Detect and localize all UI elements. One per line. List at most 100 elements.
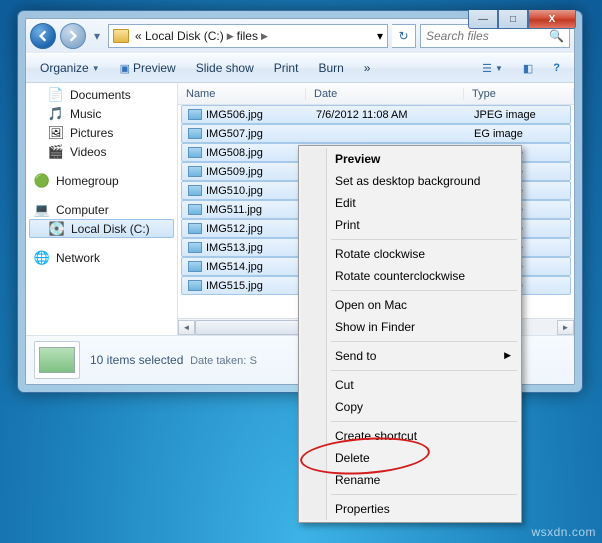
network-group: 🌐Network [26,248,177,267]
menu-item-rotate-counterclockwise[interactable]: Rotate counterclockwise [301,265,519,287]
file-type: EG image [468,128,570,140]
menu-separator [331,290,517,291]
folder-icon [113,29,129,43]
back-button[interactable] [30,23,56,49]
view-icon: ☰ [482,62,492,75]
menu-item-create-shortcut[interactable]: Create shortcut [301,425,519,447]
file-name: IMG514.jpg [206,261,263,273]
menu-item-copy[interactable]: Copy [301,396,519,418]
maximize-button[interactable]: □ [498,10,528,29]
file-name: IMG511.jpg [206,204,262,216]
menu-separator [331,239,517,240]
image-file-icon [188,223,202,234]
sidebar-item-videos[interactable]: 🎬Videos [26,142,177,161]
print-button[interactable]: Print [266,58,307,78]
menu-item-rename[interactable]: Rename [301,469,519,491]
col-type[interactable]: Type [464,88,574,100]
file-name: IMG507.jpg [206,128,263,140]
minimize-button[interactable]: — [468,10,498,29]
refresh-button[interactable]: ↻ [392,24,416,48]
more-commands[interactable]: » [356,58,379,78]
chevron-down-icon[interactable]: ▾ [377,29,383,43]
refresh-icon: ↻ [398,29,408,43]
sidebar-item-pictures[interactable]: 🖼Pictures [26,123,177,142]
col-name[interactable]: Name [178,88,306,100]
image-file-icon [188,280,202,291]
file-name: IMG508.jpg [206,147,263,159]
pictures-icon: 🖼 [48,125,64,141]
file-name: IMG506.jpg [206,109,263,121]
watermark: wsxdn.com [531,525,596,539]
menu-separator [331,341,517,342]
file-type: JPEG image [468,109,570,121]
nav-history-dropdown[interactable]: ▾ [90,29,104,43]
music-icon: 🎵 [48,106,64,122]
pane-icon: ◧ [523,62,533,75]
homegroup-icon: 🟢 [34,173,50,189]
menu-item-cut[interactable]: Cut [301,374,519,396]
forward-button[interactable] [60,23,86,49]
image-file-icon [188,147,202,158]
preview-icon: ▣ [120,62,130,75]
image-file-icon [188,242,202,253]
submenu-arrow-icon: ▶ [504,350,511,361]
menu-item-open-on-mac[interactable]: Open on Mac [301,294,519,316]
scroll-right-button[interactable]: ► [557,320,574,335]
documents-icon: 📄 [48,87,64,103]
column-headers: Name Date Type [178,83,574,105]
chevron-right-icon: ▶ [227,31,234,42]
file-name: IMG510.jpg [206,185,263,197]
selection-count: 10 items selected Date taken: S [90,353,257,367]
chevron-right-icon: ▶ [261,31,268,42]
details-text: 10 items selected Date taken: S [90,353,257,367]
preview-pane-toggle[interactable]: ◧ [515,59,541,78]
menu-item-properties[interactable]: Properties [301,498,519,520]
image-file-icon [188,166,202,177]
address-bar[interactable]: « Local Disk (C:) ▶ files ▶ ▾ [108,24,388,48]
menu-item-print[interactable]: Print [301,214,519,236]
menu-separator [331,370,517,371]
organize-menu[interactable]: Organize ▼ [32,58,108,78]
search-icon: 🔍 [549,29,564,43]
image-file-icon [188,204,202,215]
slideshow-button[interactable]: Slide show [188,58,262,78]
help-button[interactable]: ? [545,59,568,77]
col-date[interactable]: Date [306,88,464,100]
videos-icon: 🎬 [48,144,64,160]
close-button[interactable]: X [528,10,576,29]
menu-item-preview[interactable]: Preview [301,148,519,170]
computer-icon: 💻 [34,202,50,218]
scroll-left-button[interactable]: ◄ [178,320,195,335]
libraries-group: 📄Documents 🎵Music 🖼Pictures 🎬Videos [26,85,177,161]
preview-button[interactable]: ▣Preview [112,58,184,78]
details-thumbnail [34,341,80,379]
menu-item-edit[interactable]: Edit [301,192,519,214]
breadcrumb-part[interactable]: files [237,29,258,43]
sidebar-item-computer[interactable]: 💻Computer [26,200,177,219]
image-file-icon [188,128,202,139]
image-file-icon [188,109,202,120]
help-icon: ? [553,62,560,74]
menu-separator [331,494,517,495]
sidebar-item-music[interactable]: 🎵Music [26,104,177,123]
sidebar-item-local-disk[interactable]: 💽Local Disk (C:) [29,219,174,238]
sidebar-item-network[interactable]: 🌐Network [26,248,177,267]
breadcrumb-part[interactable]: « Local Disk (C:) [135,29,224,43]
breadcrumb[interactable]: « Local Disk (C:) ▶ files ▶ [135,29,268,43]
table-row[interactable]: IMG507.jpg EG image [181,124,571,143]
drive-icon: 💽 [49,221,65,237]
burn-button[interactable]: Burn [310,58,351,78]
menu-item-delete[interactable]: Delete [301,447,519,469]
menu-item-send-to[interactable]: Send to▶ [301,345,519,367]
table-row[interactable]: IMG506.jpg7/6/2012 11:08 AMJPEG image [181,105,571,124]
file-name: IMG509.jpg [206,166,263,178]
menu-item-rotate-clockwise[interactable]: Rotate clockwise [301,243,519,265]
sidebar-item-homegroup[interactable]: 🟢Homegroup [26,171,177,190]
view-options[interactable]: ☰▼ [474,59,511,78]
search-placeholder: Search files [426,29,489,43]
homegroup-group: 🟢Homegroup [26,171,177,190]
sidebar-item-documents[interactable]: 📄Documents [26,85,177,104]
menu-item-set-as-desktop-background[interactable]: Set as desktop background [301,170,519,192]
menu-item-show-in-finder[interactable]: Show in Finder [301,316,519,338]
navigation-pane: 📄Documents 🎵Music 🖼Pictures 🎬Videos 🟢Hom… [26,83,178,335]
